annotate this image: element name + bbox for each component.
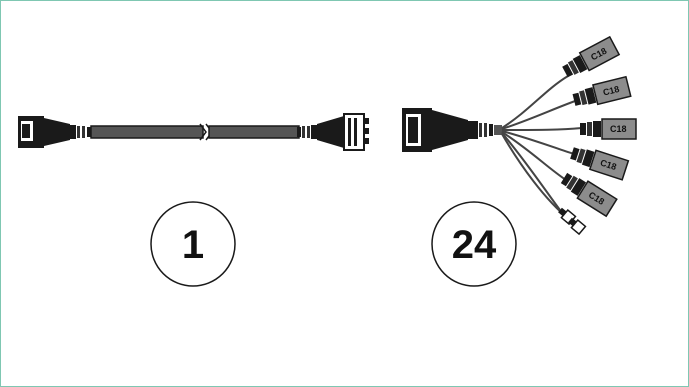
c18-plug-2: C18 — [572, 75, 632, 106]
item-number-24: 24 — [452, 223, 497, 267]
fanout-wires — [501, 75, 583, 221]
cable-segment-right — [208, 125, 300, 139]
c18-plug-3: C18 — [580, 118, 637, 140]
left-connector-icon — [18, 116, 91, 148]
item-number-1-badge: 1 — [150, 201, 236, 287]
c18-label-3: C18 — [610, 124, 627, 134]
item-number-1: 1 — [182, 223, 204, 267]
splitter-cable: C18 C18 C18 C18 C18 — [402, 35, 637, 236]
c18-plug-1: C18 — [562, 35, 621, 78]
c18-plug-5: C18 — [560, 172, 618, 218]
extension-cable — [18, 113, 369, 151]
cable-segment-left — [90, 125, 204, 139]
cable-diagram: 1 C18 C18 C18 C18 C18 24 — [18, 35, 637, 287]
c18-plug-4: C18 — [570, 147, 630, 181]
main-connector-icon — [402, 108, 502, 152]
right-connector-icon — [297, 113, 369, 151]
item-number-24-badge: 24 — [431, 201, 517, 287]
